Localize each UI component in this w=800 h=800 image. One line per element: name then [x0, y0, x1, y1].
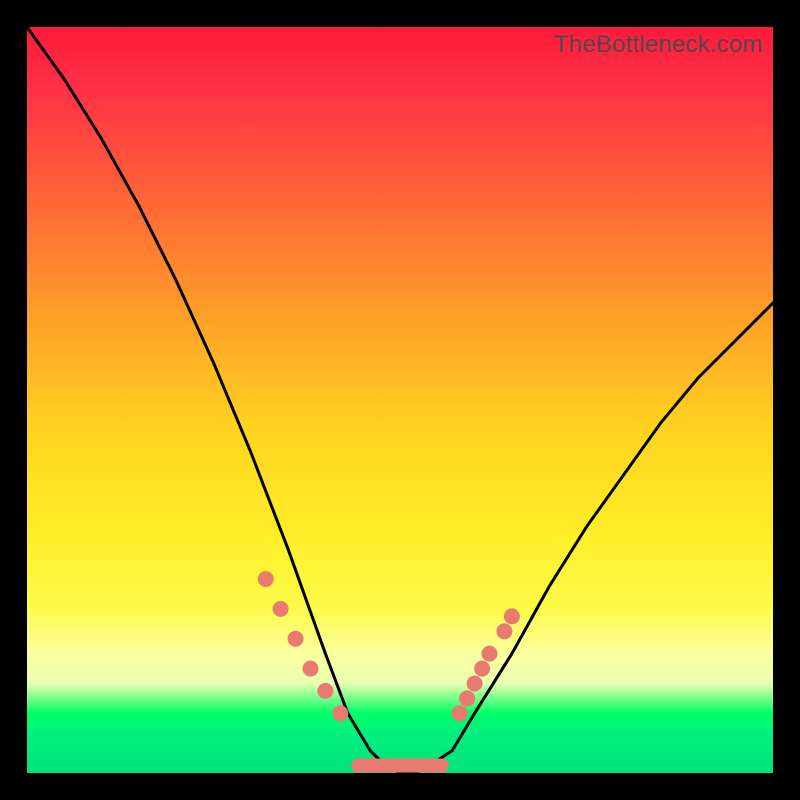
marker-dot [496, 623, 512, 639]
bottleneck-curve [27, 27, 773, 773]
marker-dot [317, 683, 333, 699]
marker-dot [332, 705, 348, 721]
marker-dot [474, 661, 490, 677]
marker-dot [303, 661, 319, 677]
marker-dot [504, 608, 520, 624]
curve-path [27, 27, 773, 773]
marker-dot [467, 676, 483, 692]
marker-dot [459, 690, 475, 706]
markers-floor [351, 759, 449, 773]
markers-right [452, 608, 520, 721]
marker-dot [452, 705, 468, 721]
marker-dot [273, 601, 289, 617]
chart-plot-area: TheBottleneck.com [27, 27, 773, 773]
marker-dot [482, 646, 498, 662]
chart-frame: TheBottleneck.com [0, 0, 800, 800]
marker-dot [288, 631, 304, 647]
marker-dot [258, 571, 274, 587]
